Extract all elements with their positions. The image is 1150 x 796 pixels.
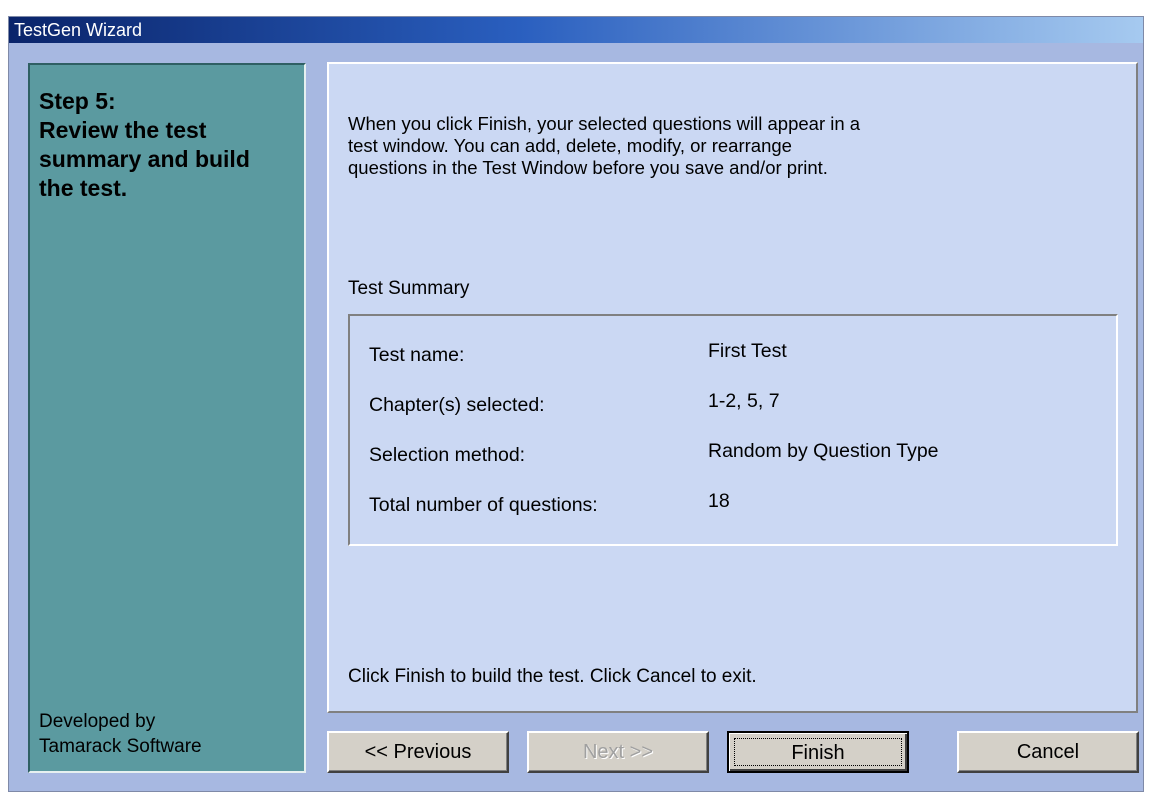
summary-label: Selection method: — [369, 444, 526, 466]
wizard-window: TestGen Wizard Step 5: Review the test s… — [8, 16, 1144, 792]
title-bar[interactable]: TestGen Wizard — [9, 17, 1143, 43]
next-button[interactable]: Next >> — [527, 731, 709, 773]
summary-label: Total number of questions: — [369, 494, 598, 516]
summary-heading: Test Summary — [348, 278, 470, 299]
summary-row-question-count: Total number of questions: 18 — [350, 490, 1116, 516]
intro-line: test window. You can add, delete, modify… — [348, 135, 792, 156]
intro-line: questions in the Test Window before you … — [348, 157, 828, 178]
summary-row-selection-method: Selection method: Random by Question Typ… — [350, 440, 1116, 466]
intro-line: When you click Finish, your selected que… — [348, 113, 861, 134]
summary-value: 1-2, 5, 7 — [708, 390, 780, 412]
step-title-line: Review the test — [39, 117, 207, 143]
developer-credit: Developed by Tamarack Software — [39, 709, 294, 759]
summary-value: Random by Question Type — [708, 440, 939, 462]
summary-value: First Test — [708, 340, 787, 362]
step-title-line: summary and build — [39, 146, 250, 172]
footer-instruction: Click Finish to build the test. Click Ca… — [348, 666, 757, 687]
developer-line: Developed by — [39, 711, 156, 732]
finish-button-label: Finish — [734, 738, 902, 766]
previous-button[interactable]: << Previous — [327, 731, 509, 773]
step-title: Step 5: Review the test summary and buil… — [39, 87, 294, 203]
summary-label: Test name: — [369, 344, 465, 366]
cancel-button[interactable]: Cancel — [957, 731, 1139, 773]
step-title-line: Step 5: — [39, 88, 116, 114]
developer-line: Tamarack Software — [39, 736, 202, 757]
summary-box: Test name: First Test Chapter(s) selecte… — [348, 314, 1118, 546]
step-title-line: the test. — [39, 175, 128, 201]
intro-text: When you click Finish, your selected que… — [348, 113, 948, 179]
summary-label: Chapter(s) selected: — [369, 394, 545, 416]
window-title: TestGen Wizard — [14, 20, 143, 40]
step-sidebar: Step 5: Review the test summary and buil… — [28, 63, 306, 773]
content-panel: When you click Finish, your selected que… — [327, 62, 1138, 713]
summary-row-chapters: Chapter(s) selected: 1-2, 5, 7 — [350, 390, 1116, 416]
finish-button[interactable]: Finish — [727, 731, 909, 773]
summary-value: 18 — [708, 490, 730, 512]
summary-row-test-name: Test name: First Test — [350, 340, 1116, 366]
